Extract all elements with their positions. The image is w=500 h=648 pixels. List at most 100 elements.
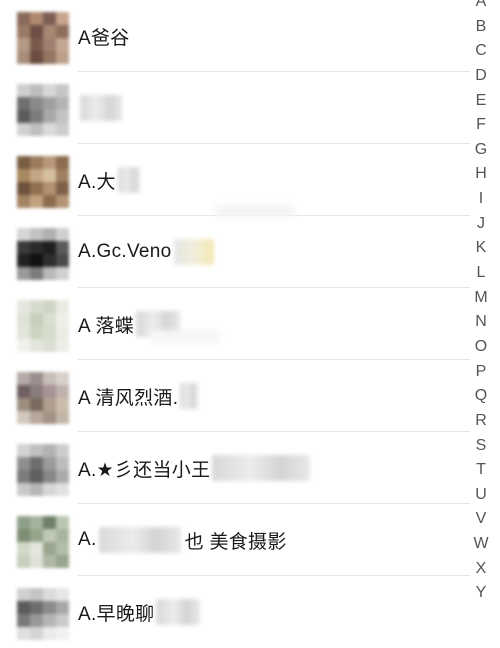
index-letter-s[interactable]: S <box>476 434 487 459</box>
blurred-name <box>212 455 311 481</box>
contact-name-text: A 清风烈酒. <box>78 387 179 409</box>
index-letter-n[interactable]: N <box>475 310 487 335</box>
index-letter-f[interactable]: F <box>476 113 486 138</box>
contact-row[interactable]: A.Gc.Veno <box>0 216 470 288</box>
avatar-tile <box>30 398 43 411</box>
avatar-tile <box>43 169 56 182</box>
contact-row[interactable]: A. 也 美食摄影 <box>0 504 470 576</box>
avatar-tile <box>43 156 56 169</box>
index-letter-a[interactable]: A <box>476 0 487 15</box>
avatar-tile <box>43 123 56 136</box>
contact-name-text: A.大 <box>78 171 116 193</box>
contact-row[interactable]: A爸谷 <box>0 0 470 72</box>
contact-name-text: A爸谷 <box>78 27 130 49</box>
avatar-tile <box>56 398 69 411</box>
avatar-tile <box>30 156 43 169</box>
index-letter-t[interactable]: T <box>476 458 486 483</box>
avatar-tile <box>56 516 69 529</box>
avatar-tile <box>17 241 30 254</box>
index-letter-k[interactable]: K <box>476 236 487 261</box>
avatar-tile <box>17 555 30 568</box>
index-letter-v[interactable]: V <box>476 507 487 532</box>
contact-name-text: A.★彡还当小王 <box>78 459 211 481</box>
avatar-tile <box>30 588 43 601</box>
avatar-tile <box>43 25 56 38</box>
avatar-tile <box>17 457 30 470</box>
avatar-tile <box>56 228 69 241</box>
avatar-tile <box>56 12 69 25</box>
avatar-tile <box>56 529 69 542</box>
avatar-tile <box>56 38 69 51</box>
avatar-tile <box>56 25 69 38</box>
avatar-tile <box>30 627 43 640</box>
index-letter-r[interactable]: R <box>475 409 487 434</box>
avatar-tile <box>30 529 43 542</box>
avatar-tile <box>30 254 43 267</box>
index-letter-q[interactable]: Q <box>475 384 487 409</box>
avatar-tile <box>17 12 30 25</box>
avatar-tile <box>30 84 43 97</box>
avatar-tile <box>56 339 69 352</box>
index-letter-l[interactable]: L <box>477 261 486 286</box>
avatar-tile <box>17 97 30 110</box>
avatar-tile <box>56 411 69 424</box>
index-letter-c[interactable]: C <box>475 39 487 64</box>
contact-name: A 清风烈酒. <box>78 360 199 432</box>
avatar-tile <box>17 300 30 313</box>
avatar-tile <box>56 195 69 208</box>
index-letter-g[interactable]: G <box>475 138 487 163</box>
avatar-tile <box>43 97 56 110</box>
avatar-tile <box>56 601 69 614</box>
index-letter-j[interactable]: J <box>477 212 485 237</box>
avatar-tile <box>43 84 56 97</box>
index-letter-p[interactable]: P <box>476 360 487 385</box>
avatar-tile <box>56 97 69 110</box>
avatar-tile <box>30 326 43 339</box>
avatar-tile <box>17 84 30 97</box>
index-letter-y[interactable]: Y <box>476 581 487 606</box>
contact-name-text: A. <box>78 529 97 550</box>
blurred-name <box>173 239 214 265</box>
contact-name-text: A.Gc.Veno <box>78 241 172 262</box>
avatar-tile <box>30 241 43 254</box>
avatar-tile <box>43 300 56 313</box>
contact-name-text: A.早晚聊 <box>78 603 155 625</box>
avatar-tile <box>56 241 69 254</box>
avatar-tile <box>30 169 43 182</box>
contact-row[interactable]: A.早晚聊 <box>0 576 470 648</box>
index-letter-i[interactable]: I <box>479 187 483 212</box>
avatar-tile <box>30 195 43 208</box>
avatar-tile <box>30 25 43 38</box>
index-letter-d[interactable]: D <box>475 64 487 89</box>
index-letter-x[interactable]: X <box>476 557 487 582</box>
contact-row[interactable] <box>0 72 470 144</box>
avatar-tile <box>17 38 30 51</box>
index-letter-m[interactable]: M <box>474 286 487 311</box>
avatar-tile <box>30 372 43 385</box>
avatar-tile <box>17 110 30 123</box>
index-letter-w[interactable]: W <box>473 532 488 557</box>
avatar-tile <box>43 195 56 208</box>
avatar-tile <box>56 542 69 555</box>
avatar-tile <box>56 84 69 97</box>
blurred-name <box>80 95 122 121</box>
avatar-tile <box>17 627 30 640</box>
index-letter-h[interactable]: H <box>475 162 487 187</box>
alphabet-index[interactable]: ABCDEFGHIJKLMNOPQRSTUVWXY <box>468 0 494 606</box>
contact-name: A.早晚聊 <box>78 576 201 648</box>
contact-row[interactable]: A.★彡还当小王 <box>0 432 470 504</box>
avatar-tile <box>43 588 56 601</box>
index-letter-u[interactable]: U <box>475 483 487 508</box>
contact-list: A爸谷 A.大 A.Gc.Veno A 落蝶 A 清风烈酒. A.★彡还当小王 … <box>0 0 470 648</box>
index-letter-e[interactable]: E <box>476 89 487 114</box>
index-letter-o[interactable]: O <box>475 335 487 360</box>
index-letter-b[interactable]: B <box>476 15 487 40</box>
avatar-tile <box>56 300 69 313</box>
avatar-tile <box>30 97 43 110</box>
avatar-tile <box>56 588 69 601</box>
avatar-tile <box>43 228 56 241</box>
contact-row[interactable]: A 落蝶 <box>0 288 470 360</box>
contact-row[interactable]: A 清风烈酒. <box>0 360 470 432</box>
avatar-tile <box>30 444 43 457</box>
avatar-tile <box>17 267 30 280</box>
